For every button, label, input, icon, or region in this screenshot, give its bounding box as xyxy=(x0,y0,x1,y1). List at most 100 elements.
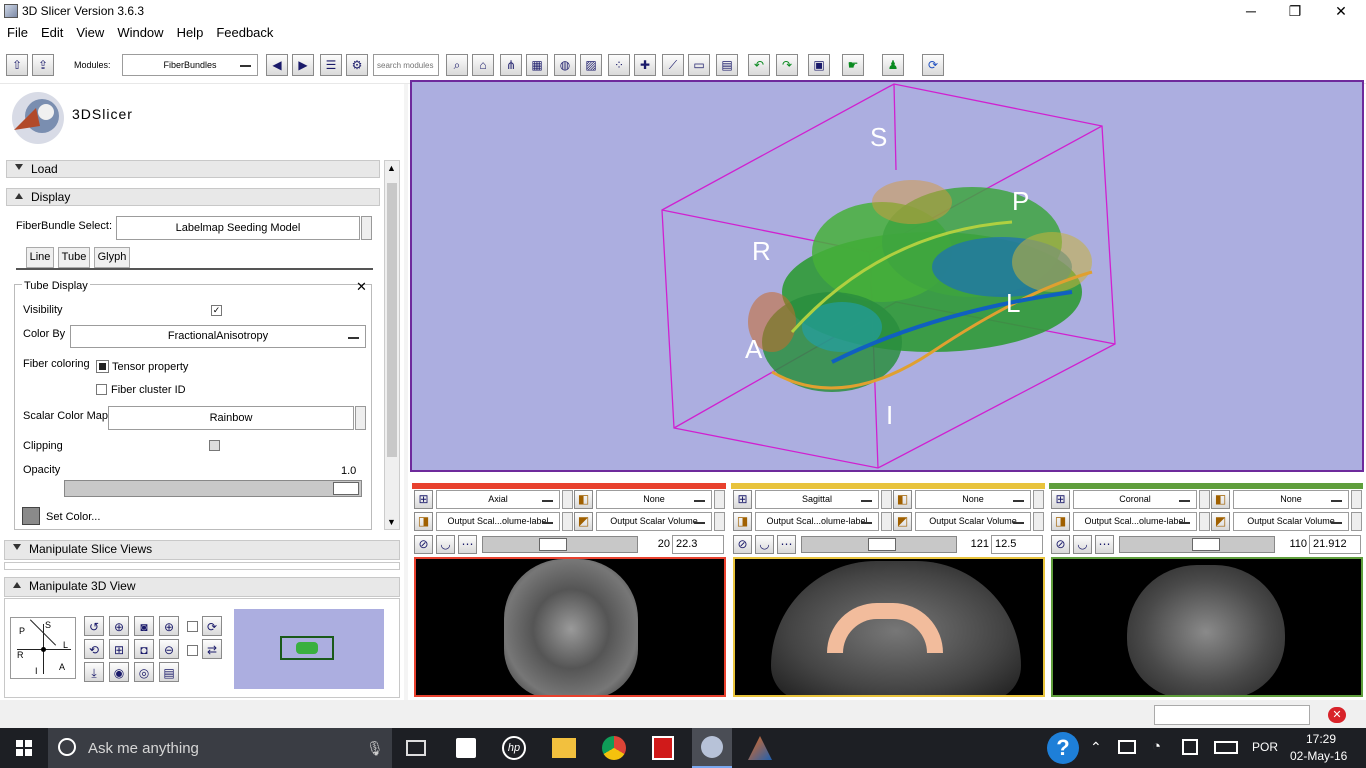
hp-icon[interactable]: hp xyxy=(502,736,526,760)
display-section[interactable]: Display xyxy=(6,188,380,206)
more-options-icon[interactable]: ⋯ xyxy=(777,535,796,554)
slice-pin-icon[interactable]: ⊞ xyxy=(1051,490,1070,509)
slice-orientation-select[interactable]: Axial xyxy=(436,490,560,509)
label-layer-spinner[interactable] xyxy=(562,512,573,531)
keyboard-icon[interactable] xyxy=(1214,741,1238,754)
menu-window[interactable]: Window xyxy=(110,22,169,40)
background-select[interactable]: None xyxy=(1233,490,1349,509)
rotate-view-icon[interactable]: ↺ xyxy=(84,616,104,636)
slice-offset-input[interactable]: 21.912 xyxy=(1309,535,1361,554)
volumes-icon[interactable]: ▦ xyxy=(526,54,548,76)
foreground-select[interactable]: Output Scalar Volume xyxy=(1233,512,1349,531)
restore-button[interactable]: ❐ xyxy=(1272,0,1318,22)
pitch-icon[interactable]: ⤓ xyxy=(84,662,104,682)
spin-checkbox[interactable] xyxy=(187,621,198,632)
tab-tube[interactable]: Tube xyxy=(58,247,90,268)
binoculars-icon[interactable]: ⌕ xyxy=(446,54,468,76)
slice-orient-spinner[interactable] xyxy=(881,490,892,509)
load-section[interactable]: Load xyxy=(6,160,380,178)
foreground-layer-icon[interactable]: ◩ xyxy=(574,512,593,531)
background-select[interactable]: None xyxy=(915,490,1031,509)
slice-view-axial[interactable] xyxy=(414,557,726,697)
slice-view-coronal[interactable] xyxy=(1051,557,1363,697)
visibility-eye-icon[interactable]: ◡ xyxy=(1073,535,1092,554)
foreground-layer-icon[interactable]: ◩ xyxy=(893,512,912,531)
file-explorer-icon[interactable] xyxy=(552,738,576,758)
manip-slice-section[interactable]: Manipulate Slice Views xyxy=(4,540,400,560)
error-icon[interactable]: ✕ xyxy=(1328,707,1346,723)
slice-pin-icon[interactable]: ⊞ xyxy=(414,490,433,509)
slice-offset-slider[interactable] xyxy=(482,536,638,553)
visibility-icon[interactable]: ◉ xyxy=(109,662,129,682)
slice-orient-spinner[interactable] xyxy=(562,490,573,509)
models-icon[interactable]: ◍ xyxy=(554,54,576,76)
action-center-icon[interactable] xyxy=(1182,739,1198,755)
minimize-button[interactable]: ─ xyxy=(1228,0,1274,22)
scalar-map-select[interactable]: Rainbow xyxy=(108,406,354,430)
measure-icon[interactable]: ⟋ xyxy=(662,54,684,76)
foreground-spinner[interactable] xyxy=(1351,512,1362,531)
tab-glyph[interactable]: Glyph xyxy=(94,247,130,268)
3d-view[interactable]: S P R L A I xyxy=(410,80,1364,472)
label-layer-spinner[interactable] xyxy=(1199,512,1210,531)
mouse-mode-icon[interactable]: ☛ xyxy=(842,54,864,76)
slice-offset-slider[interactable] xyxy=(801,536,957,553)
undo-icon[interactable]: ↶ xyxy=(748,54,770,76)
store-icon[interactable] xyxy=(456,738,476,758)
clipping-checkbox[interactable] xyxy=(209,440,220,451)
close-button[interactable]: ✕ xyxy=(1318,0,1364,22)
chevron-up-icon[interactable]: ⌃ xyxy=(1090,739,1102,756)
menu-edit[interactable]: Edit xyxy=(34,22,69,40)
background-layer-icon[interactable]: ◧ xyxy=(893,490,912,509)
task-view-icon[interactable] xyxy=(406,740,426,756)
slicer-taskbar-icon[interactable] xyxy=(692,728,732,768)
slice-offset-slider[interactable] xyxy=(1119,536,1275,553)
snapshot-icon[interactable]: ◘ xyxy=(134,639,154,659)
transforms-icon[interactable]: ▨ xyxy=(580,54,602,76)
background-spinner[interactable] xyxy=(1033,490,1044,509)
visibility-eye-icon[interactable]: ◡ xyxy=(436,535,455,554)
set-color-button[interactable]: Set Color... xyxy=(46,511,100,523)
scalar-map-spinner[interactable] xyxy=(355,406,366,430)
start-icon[interactable] xyxy=(16,740,32,756)
panel-splitter[interactable] xyxy=(404,84,408,700)
background-spinner[interactable] xyxy=(714,490,725,509)
foreground-select[interactable]: Output Scalar Volume xyxy=(596,512,712,531)
module-history-icon[interactable]: ☰ xyxy=(320,54,342,76)
3d-view-thumbnail[interactable] xyxy=(234,609,384,689)
label-layer-select[interactable]: Output Scal...olume-label xyxy=(436,512,560,531)
opacity-slider[interactable] xyxy=(64,480,362,497)
menu-file[interactable]: File xyxy=(0,22,34,40)
label-layer-spinner[interactable] xyxy=(881,512,892,531)
grid-icon[interactable]: ▤ xyxy=(716,54,738,76)
chrome-icon[interactable] xyxy=(602,736,626,760)
layout-icon[interactable]: ▣ xyxy=(808,54,830,76)
manip-3d-section[interactable]: Manipulate 3D View xyxy=(4,577,400,597)
menu-feedback[interactable]: Feedback xyxy=(209,22,279,40)
matlab-icon[interactable] xyxy=(748,736,772,760)
spin-mode-icon[interactable]: ⟳ xyxy=(202,616,222,636)
search-modules-input[interactable] xyxy=(373,54,439,76)
rock-checkbox[interactable] xyxy=(187,645,198,656)
module-select[interactable]: FiberBundles xyxy=(122,54,258,76)
tab-line[interactable]: Line xyxy=(26,247,54,268)
orientation-widget[interactable]: P S L R I A xyxy=(10,617,76,679)
slice-offset-input[interactable]: 12.5 xyxy=(991,535,1043,554)
color-swatch[interactable] xyxy=(22,507,40,525)
search-box[interactable]: Ask me anything 🎙 xyxy=(48,728,392,768)
slice-orientation-select[interactable]: Sagittal xyxy=(755,490,879,509)
rock-mode-icon[interactable]: ⇄ xyxy=(202,639,222,659)
tensor-radio[interactable] xyxy=(96,360,109,373)
home-icon[interactable]: ⌂ xyxy=(472,54,494,76)
label-layer-icon[interactable]: ◨ xyxy=(414,512,433,531)
link-icon[interactable]: ⊘ xyxy=(733,535,752,554)
center-view-icon[interactable]: ⊕ xyxy=(109,616,129,636)
clock-time[interactable]: 17:29 xyxy=(1306,732,1336,746)
slice-offset-input[interactable]: 22.3 xyxy=(672,535,724,554)
slice-pin-icon[interactable]: ⊞ xyxy=(733,490,752,509)
more-options-icon[interactable]: ⋯ xyxy=(458,535,477,554)
spin-icon[interactable]: ⟲ xyxy=(84,639,104,659)
place-mode-icon[interactable]: ♟ xyxy=(882,54,904,76)
foreground-spinner[interactable] xyxy=(1033,512,1044,531)
more-options-icon[interactable]: ⋯ xyxy=(1095,535,1114,554)
